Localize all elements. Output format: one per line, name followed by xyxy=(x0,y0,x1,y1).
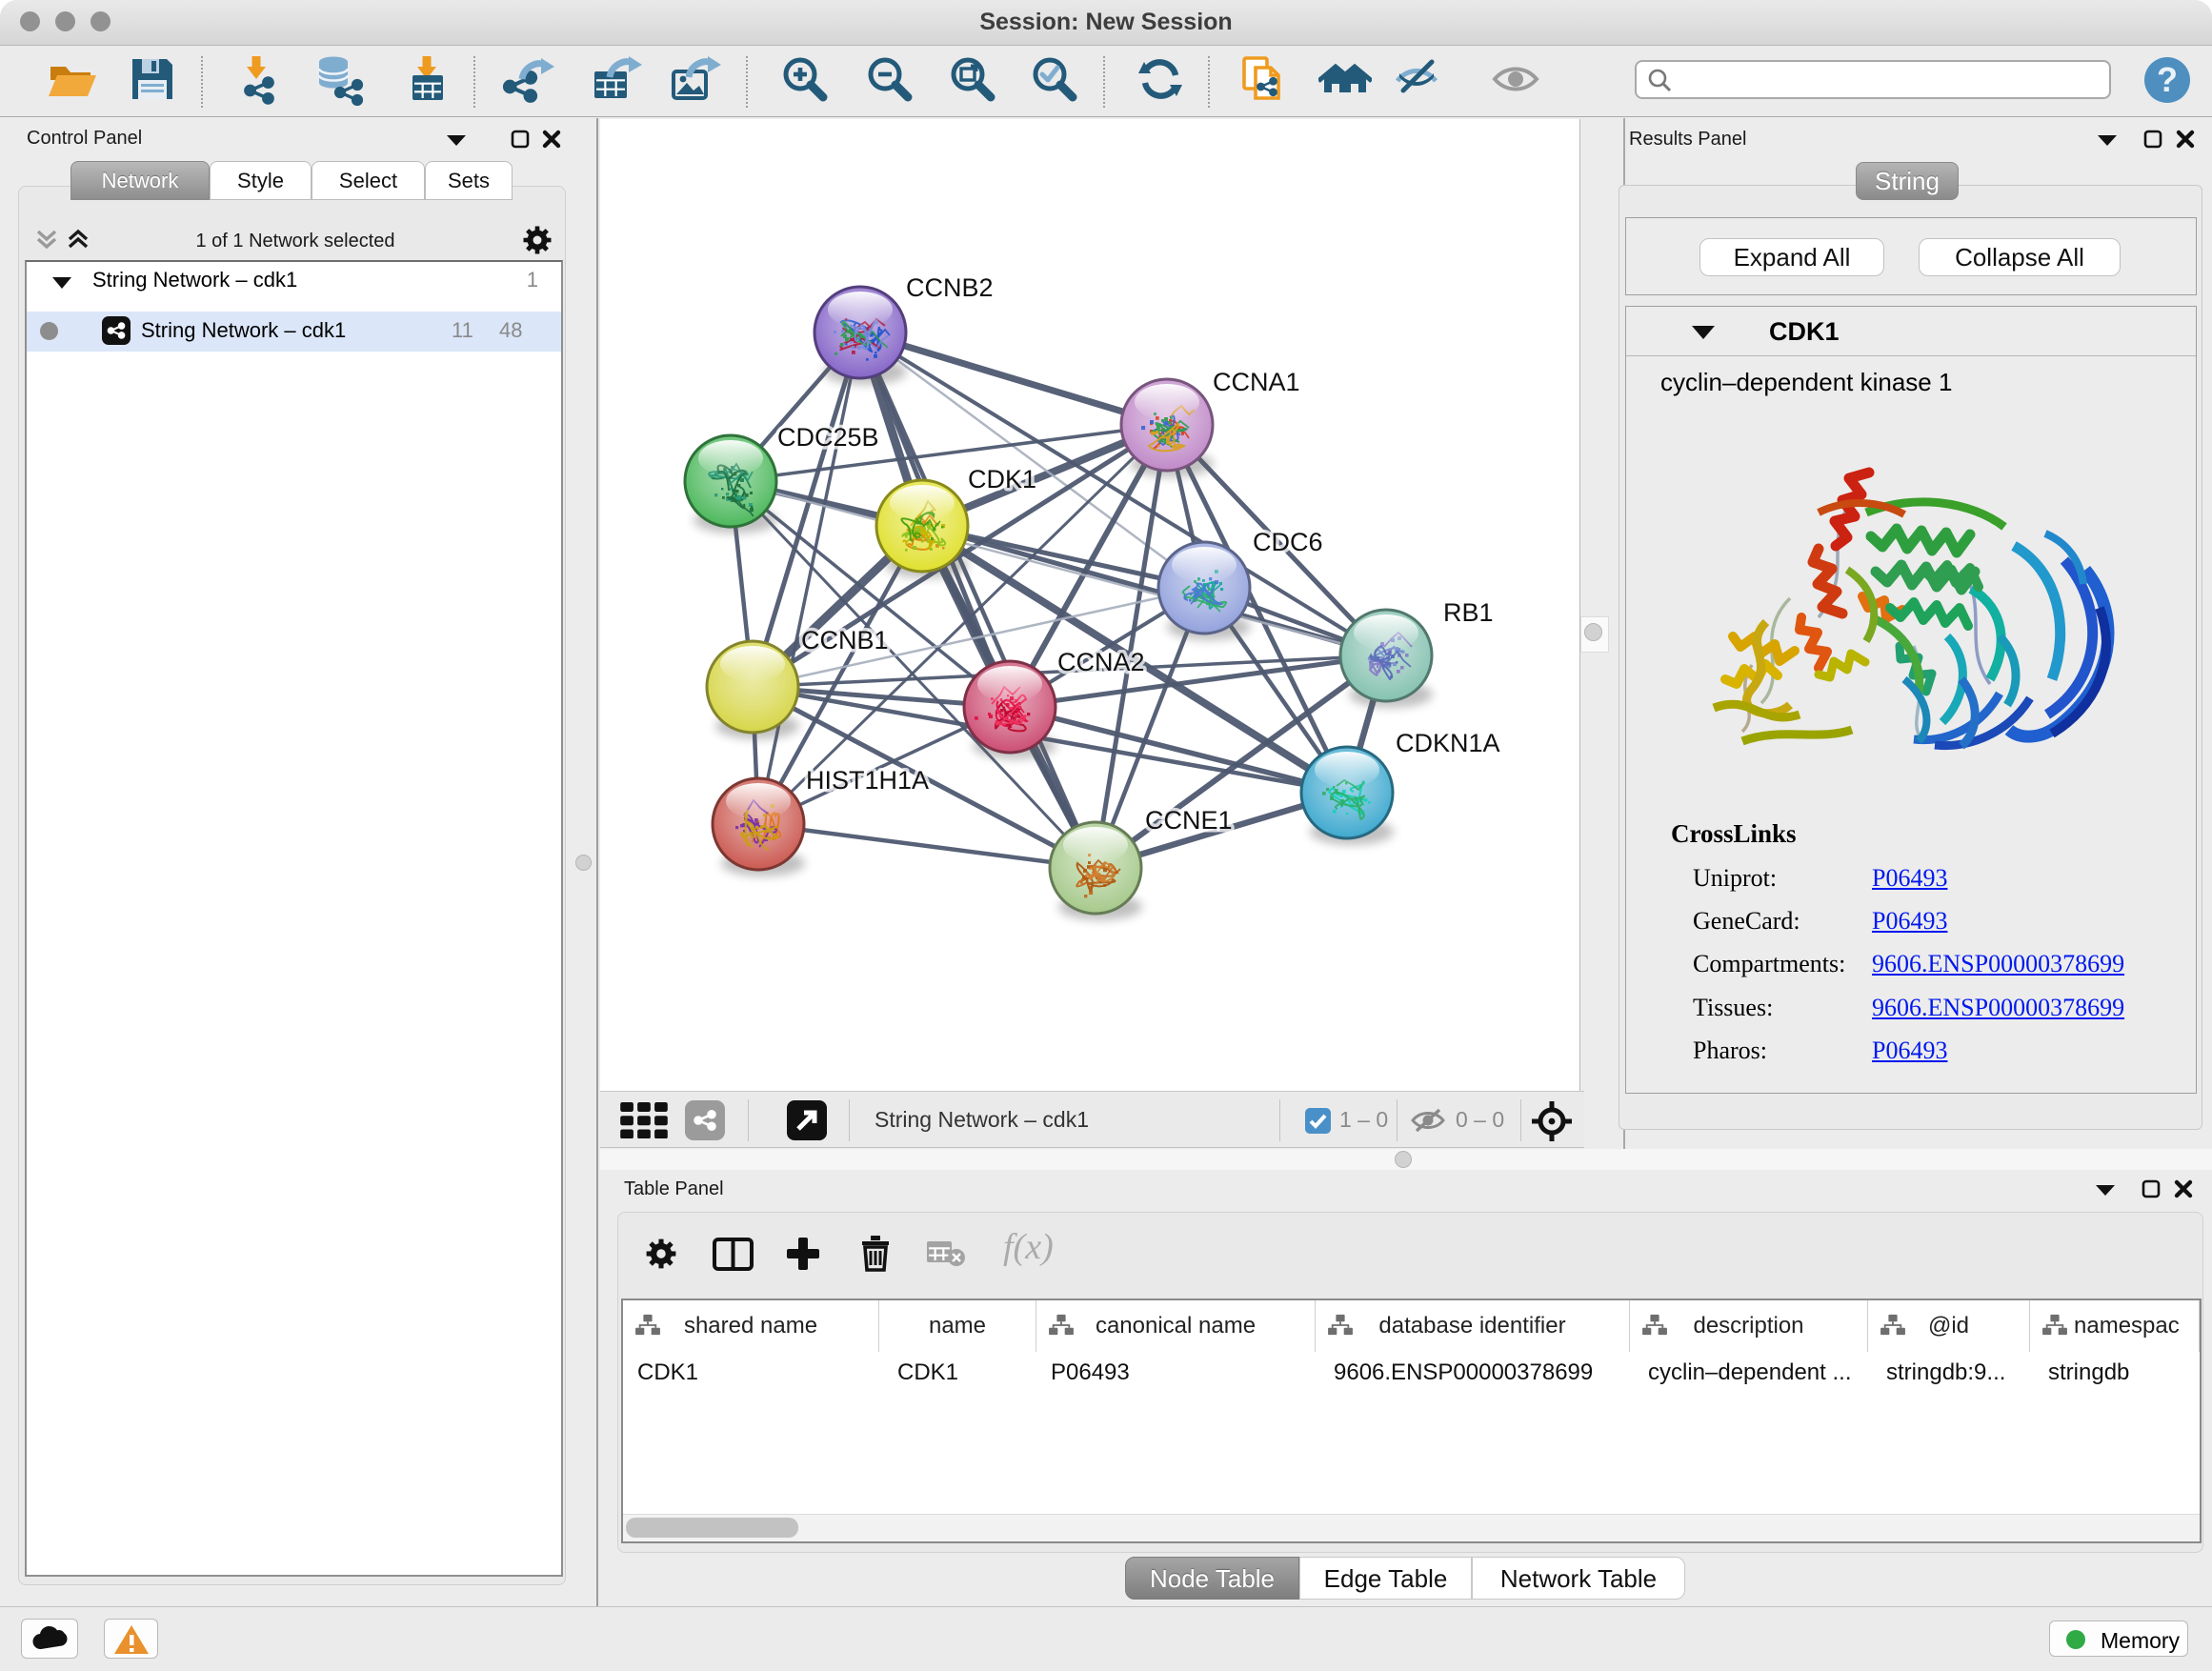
svg-text:RB1: RB1 xyxy=(1443,598,1494,627)
svg-text:CCNA2: CCNA2 xyxy=(1057,648,1145,676)
svg-text:?: ? xyxy=(2157,60,2178,99)
svg-text:CCNE1: CCNE1 xyxy=(1145,806,1233,835)
svg-text:CCNB2: CCNB2 xyxy=(906,273,994,302)
svg-text:HIST1H1A: HIST1H1A xyxy=(806,766,929,795)
svg-text:CDC25B: CDC25B xyxy=(777,423,879,452)
svg-text:CCNA1: CCNA1 xyxy=(1213,368,1300,396)
svg-text:CCNB1: CCNB1 xyxy=(801,626,889,654)
svg-text:CDC6: CDC6 xyxy=(1253,528,1323,556)
svg-text:CDK1: CDK1 xyxy=(968,465,1036,493)
svg-text:CDKN1A: CDKN1A xyxy=(1396,729,1500,757)
